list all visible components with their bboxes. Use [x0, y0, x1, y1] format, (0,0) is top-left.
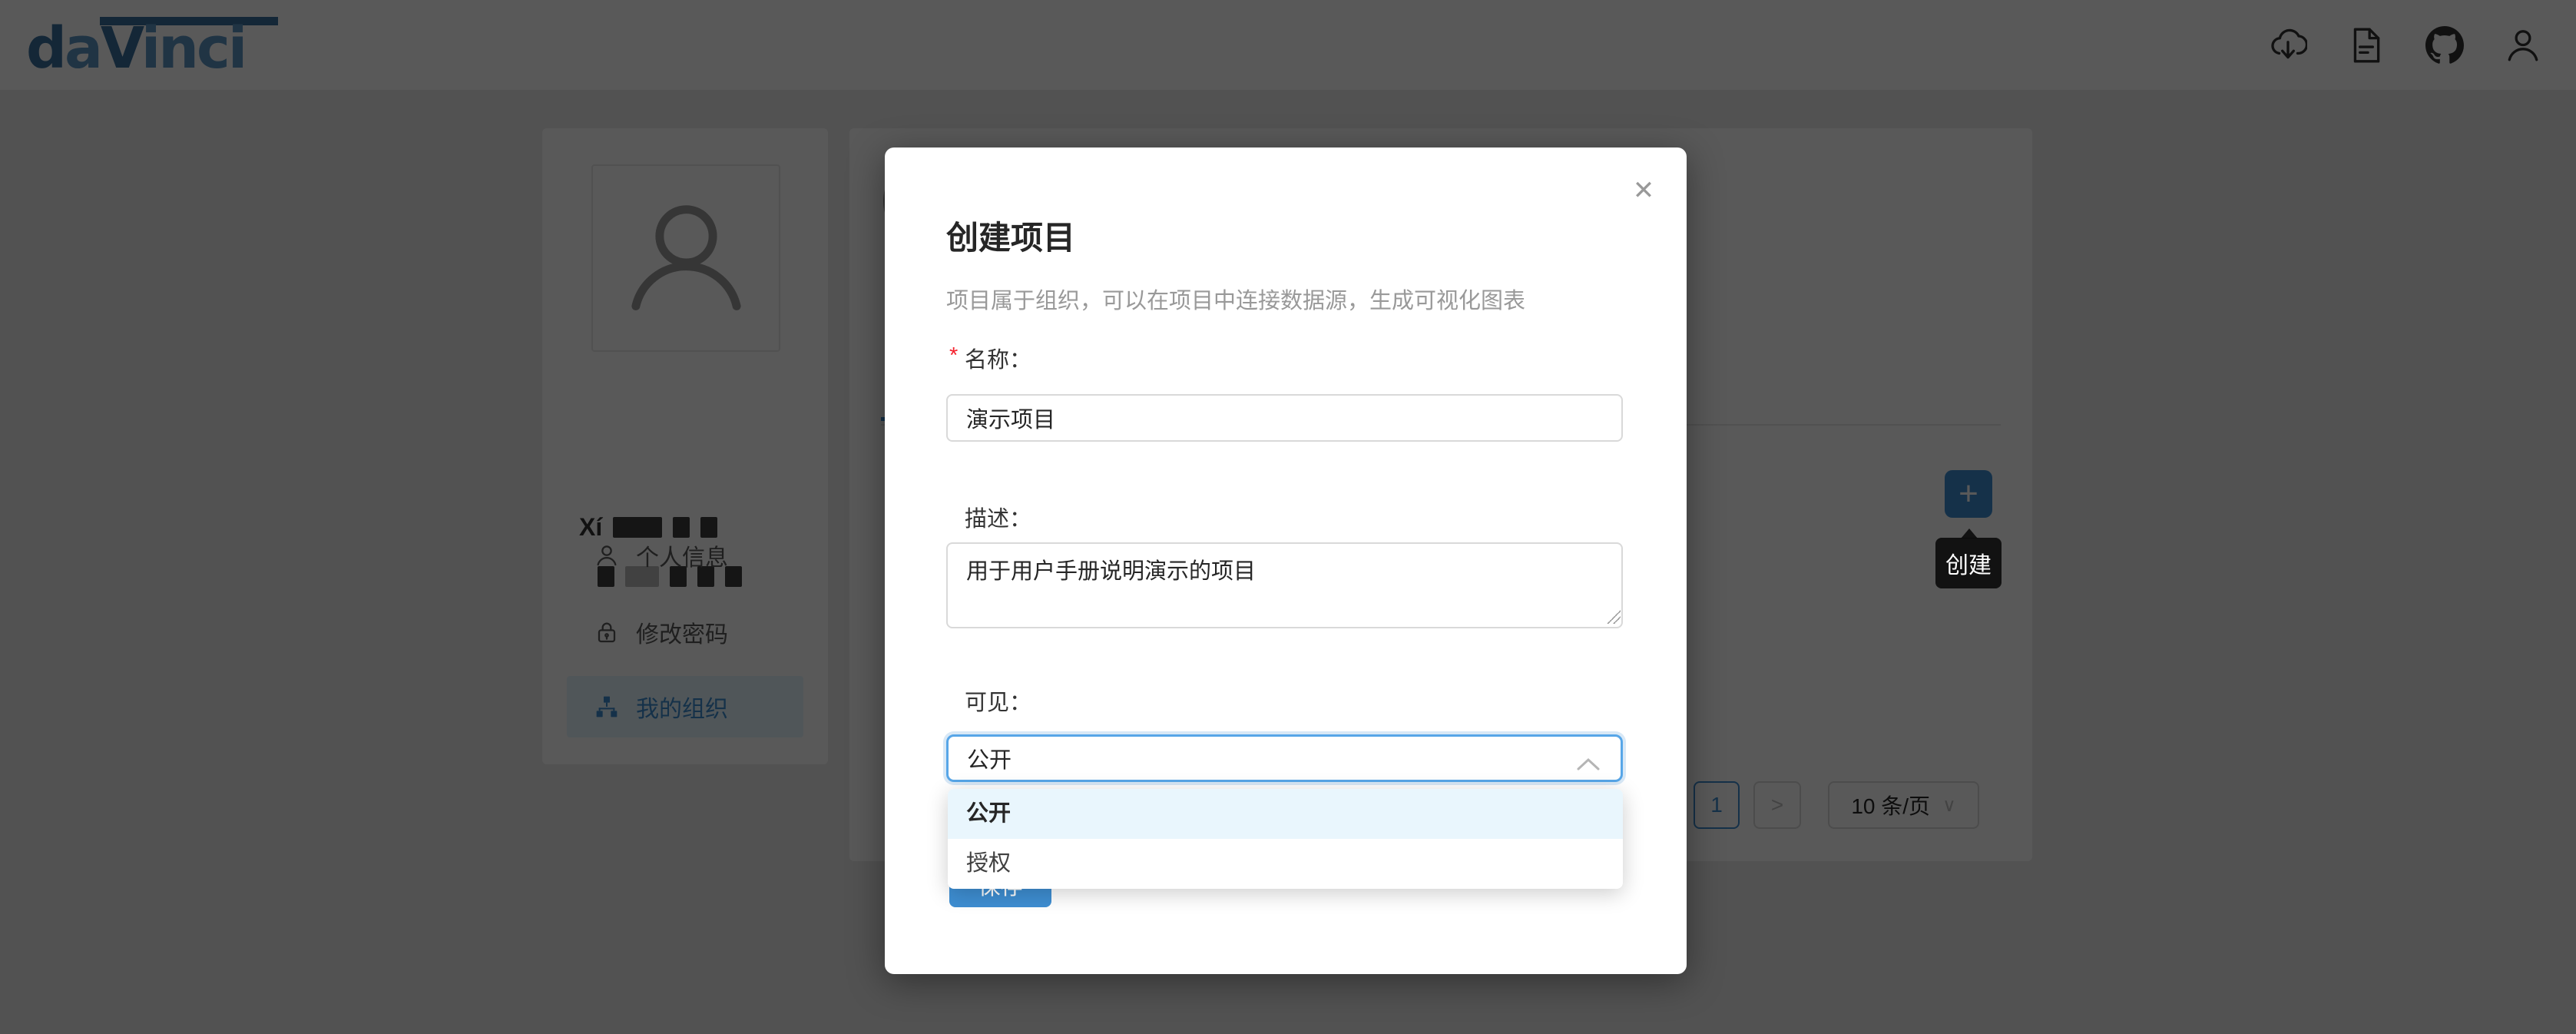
chevron-up-icon [1576, 752, 1601, 766]
modal-subtitle: 项目属于组织，可以在项目中连接数据源，生成可视化图表 [946, 283, 1525, 315]
visibility-dropdown: 公开 授权 [948, 789, 1623, 889]
visibility-select-value: 公开 [967, 742, 1012, 774]
close-icon[interactable]: ✕ [1624, 171, 1664, 210]
create-tooltip: 创建 [1935, 538, 2002, 588]
required-mark: * [949, 343, 958, 369]
visibility-select[interactable]: 公开 [946, 734, 1623, 782]
modal-title: 创建项目 [946, 212, 1075, 259]
name-field-label: * 名称： [946, 342, 1031, 374]
tooltip-label: 创建 [1945, 546, 1992, 580]
project-description-textarea[interactable]: 用于用户手册说明演示的项目 [946, 542, 1623, 628]
project-name-input[interactable] [946, 394, 1623, 442]
dropdown-option-public[interactable]: 公开 [948, 789, 1623, 839]
create-project-modal: ✕ 创建项目 项目属于组织，可以在项目中连接数据源，生成可视化图表 * 名称： … [885, 147, 1687, 974]
visibility-field-label: 可见： [946, 684, 1031, 717]
description-field-label: 描述： [946, 501, 1031, 533]
dropdown-option-authorized[interactable]: 授权 [948, 839, 1623, 889]
